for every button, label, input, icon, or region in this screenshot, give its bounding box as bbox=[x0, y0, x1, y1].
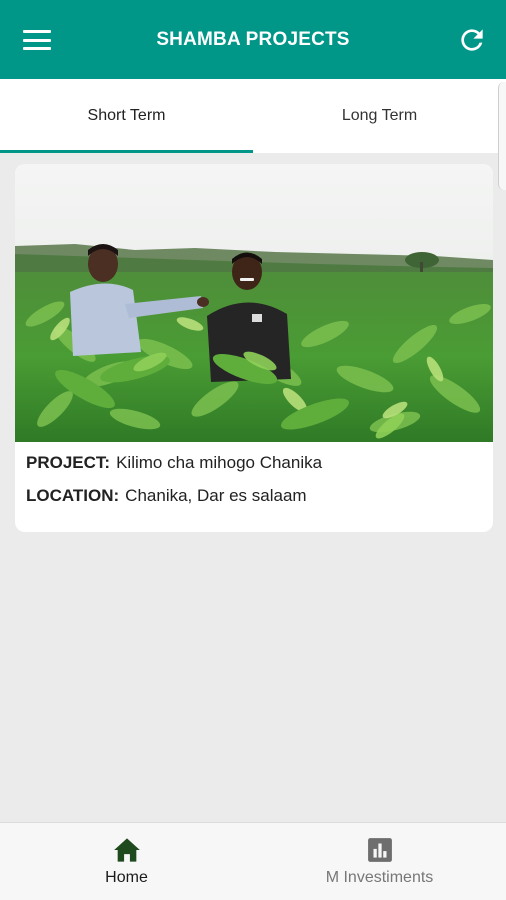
tab-long-term[interactable]: Long Term bbox=[253, 79, 506, 153]
tab-bar: Short Term Long Term bbox=[0, 79, 506, 153]
home-icon bbox=[113, 837, 140, 862]
project-info: PROJECT: Kilimo cha mihogo Chanika LOCATI… bbox=[15, 442, 493, 518]
project-photo bbox=[15, 164, 493, 442]
nav-label-m-investiments: M Investiments bbox=[325, 868, 434, 886]
refresh-icon[interactable] bbox=[456, 24, 488, 56]
scroll-edge-indicator bbox=[498, 82, 506, 190]
location-value: Chanika, Dar es salaam bbox=[125, 486, 307, 505]
project-value: Kilimo cha mihogo Chanika bbox=[116, 453, 323, 472]
bottom-navigation: Home M Investiments bbox=[0, 822, 506, 900]
tab-label: Short Term bbox=[87, 107, 166, 124]
bar-chart-icon bbox=[367, 837, 392, 862]
project-card[interactable]: PROJECT: Kilimo cha mihogo Chanika LOCATI… bbox=[15, 164, 493, 532]
nav-item-m-investiments[interactable]: M Investiments bbox=[253, 823, 506, 900]
project-row: PROJECT: Kilimo cha mihogo Chanika bbox=[26, 452, 482, 485]
page-title: SHAMBA PROJECTS bbox=[156, 28, 350, 50]
nav-label-home: Home bbox=[105, 868, 148, 886]
hamburger-menu-icon[interactable] bbox=[20, 26, 54, 54]
project-label: PROJECT: bbox=[26, 453, 111, 472]
nav-item-home[interactable]: Home bbox=[0, 823, 253, 900]
tab-label: Long Term bbox=[341, 107, 418, 124]
location-row: LOCATION: Chanika, Dar es salaam bbox=[26, 485, 482, 518]
tab-short-term[interactable]: Short Term bbox=[0, 79, 253, 153]
app-bar: SHAMBA PROJECTS bbox=[0, 0, 506, 79]
location-label: LOCATION: bbox=[26, 486, 120, 505]
